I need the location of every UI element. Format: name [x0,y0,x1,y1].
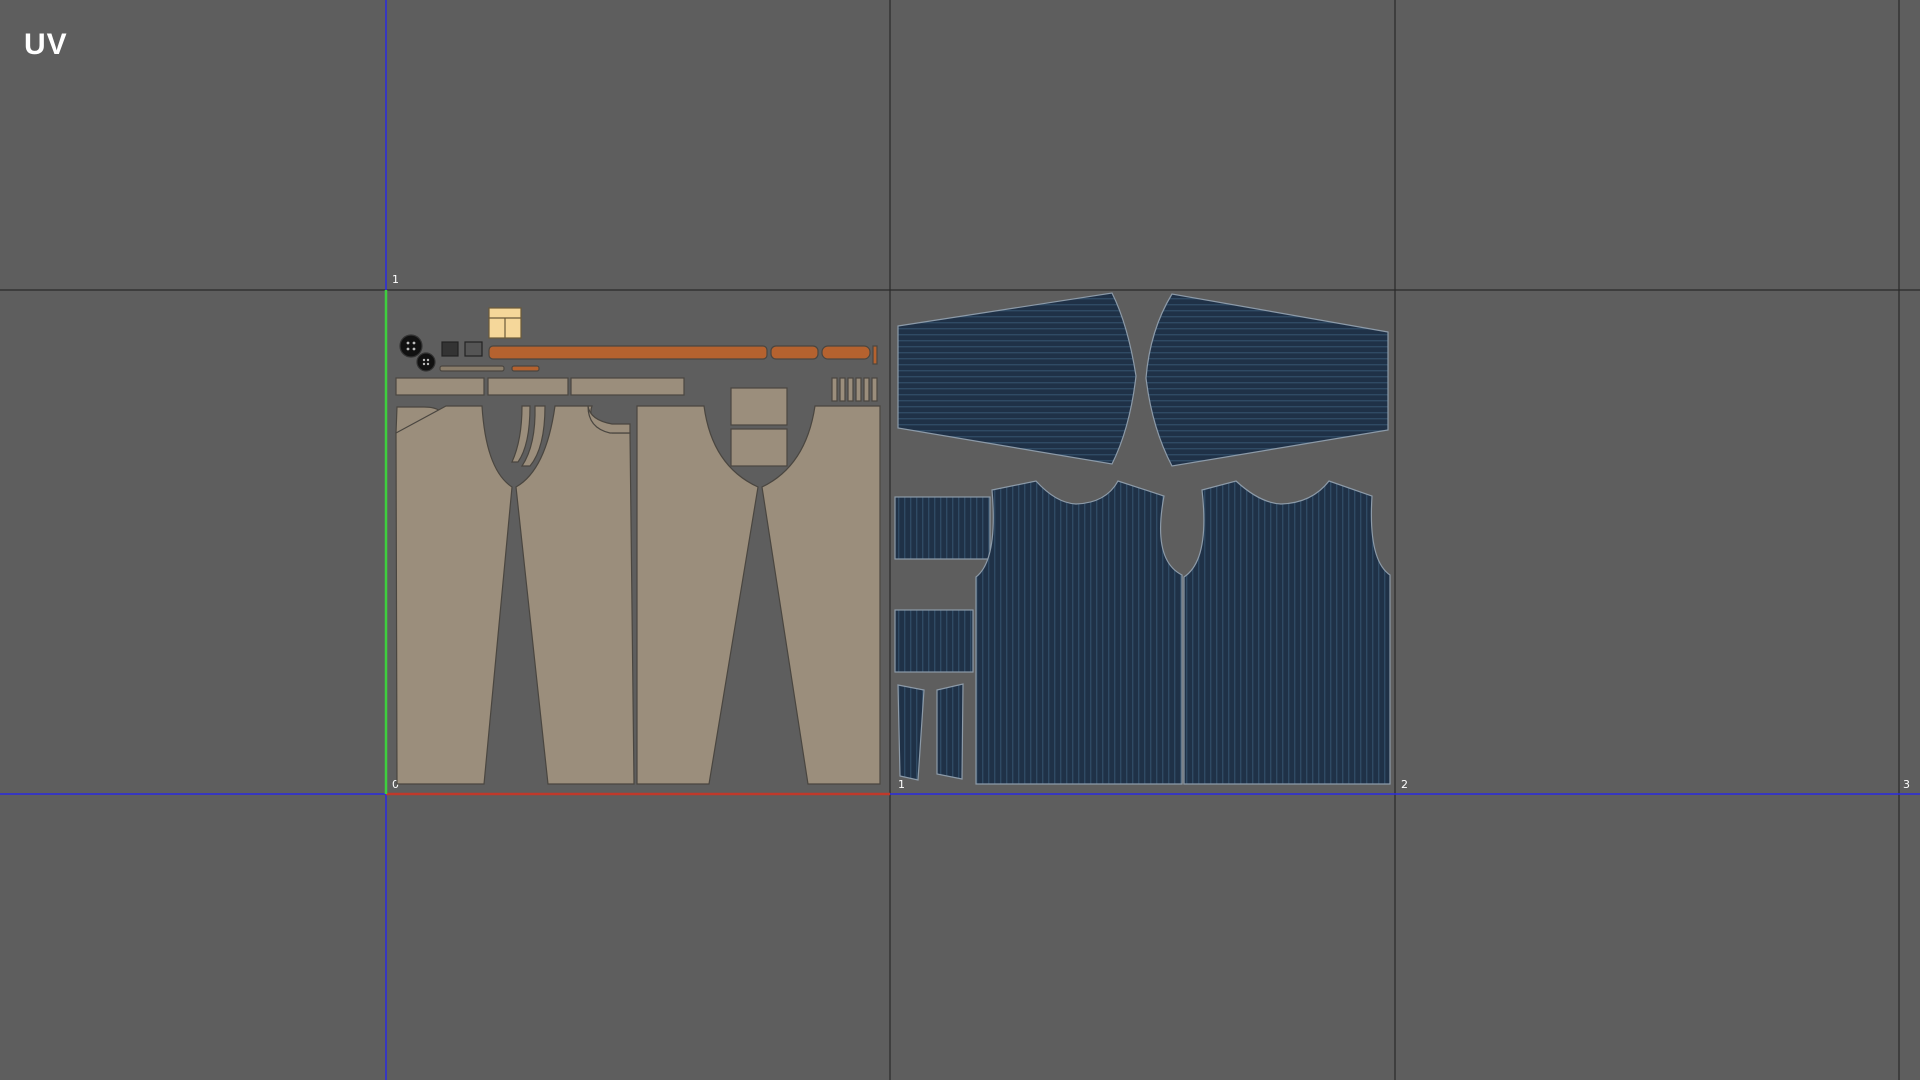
belt-loop-piece [847,377,854,402]
u-tick-label: 3 [1903,778,1910,791]
pant-panel-left[interactable] [395,405,513,785]
belt-loop-piece [863,377,870,402]
belt-strap [770,345,819,360]
uv-tile-vest[interactable] [894,292,1391,785]
vest-panel-right[interactable] [1183,480,1391,785]
pocket-piece [730,387,788,426]
clothing-label[interactable] [488,307,522,339]
u-tick-label: 1 [898,778,905,791]
belt-loop-piece [831,377,838,402]
waistband-piece [487,377,569,396]
uv-tile-pants[interactable] [395,307,881,785]
waistband-piece [570,377,685,396]
belt-loop-piece [839,377,846,402]
uv-editor-viewport[interactable]: UV 0 1 2 3 1 [0,0,1920,1080]
sleeve-piece-right[interactable] [1145,293,1389,467]
belt-pieces[interactable] [488,345,878,372]
belt-tip [872,345,878,365]
pocket-flap-piece[interactable] [894,609,974,673]
uv-grid-canvas[interactable]: 0 1 2 3 1 [0,0,1920,1080]
pocket-flap-piece[interactable] [894,496,991,560]
belt-loop-piece [871,377,878,402]
belt-loop-piece [855,377,862,402]
strap-piece[interactable] [936,683,964,780]
belt-strap [488,345,768,360]
belt-loop-small [511,365,540,372]
pant-panel-left-back[interactable] [515,405,635,785]
fly-piece [511,405,531,463]
v-tick-label: 1 [392,273,399,286]
u-tick-label: 2 [1401,778,1408,791]
belt-strap [821,345,871,360]
waistband-piece [395,377,485,396]
sleeve-piece-left[interactable] [897,292,1137,465]
pocket-piece [730,428,788,467]
strap-piece[interactable] [897,684,925,781]
vest-panel-left[interactable] [975,480,1183,785]
